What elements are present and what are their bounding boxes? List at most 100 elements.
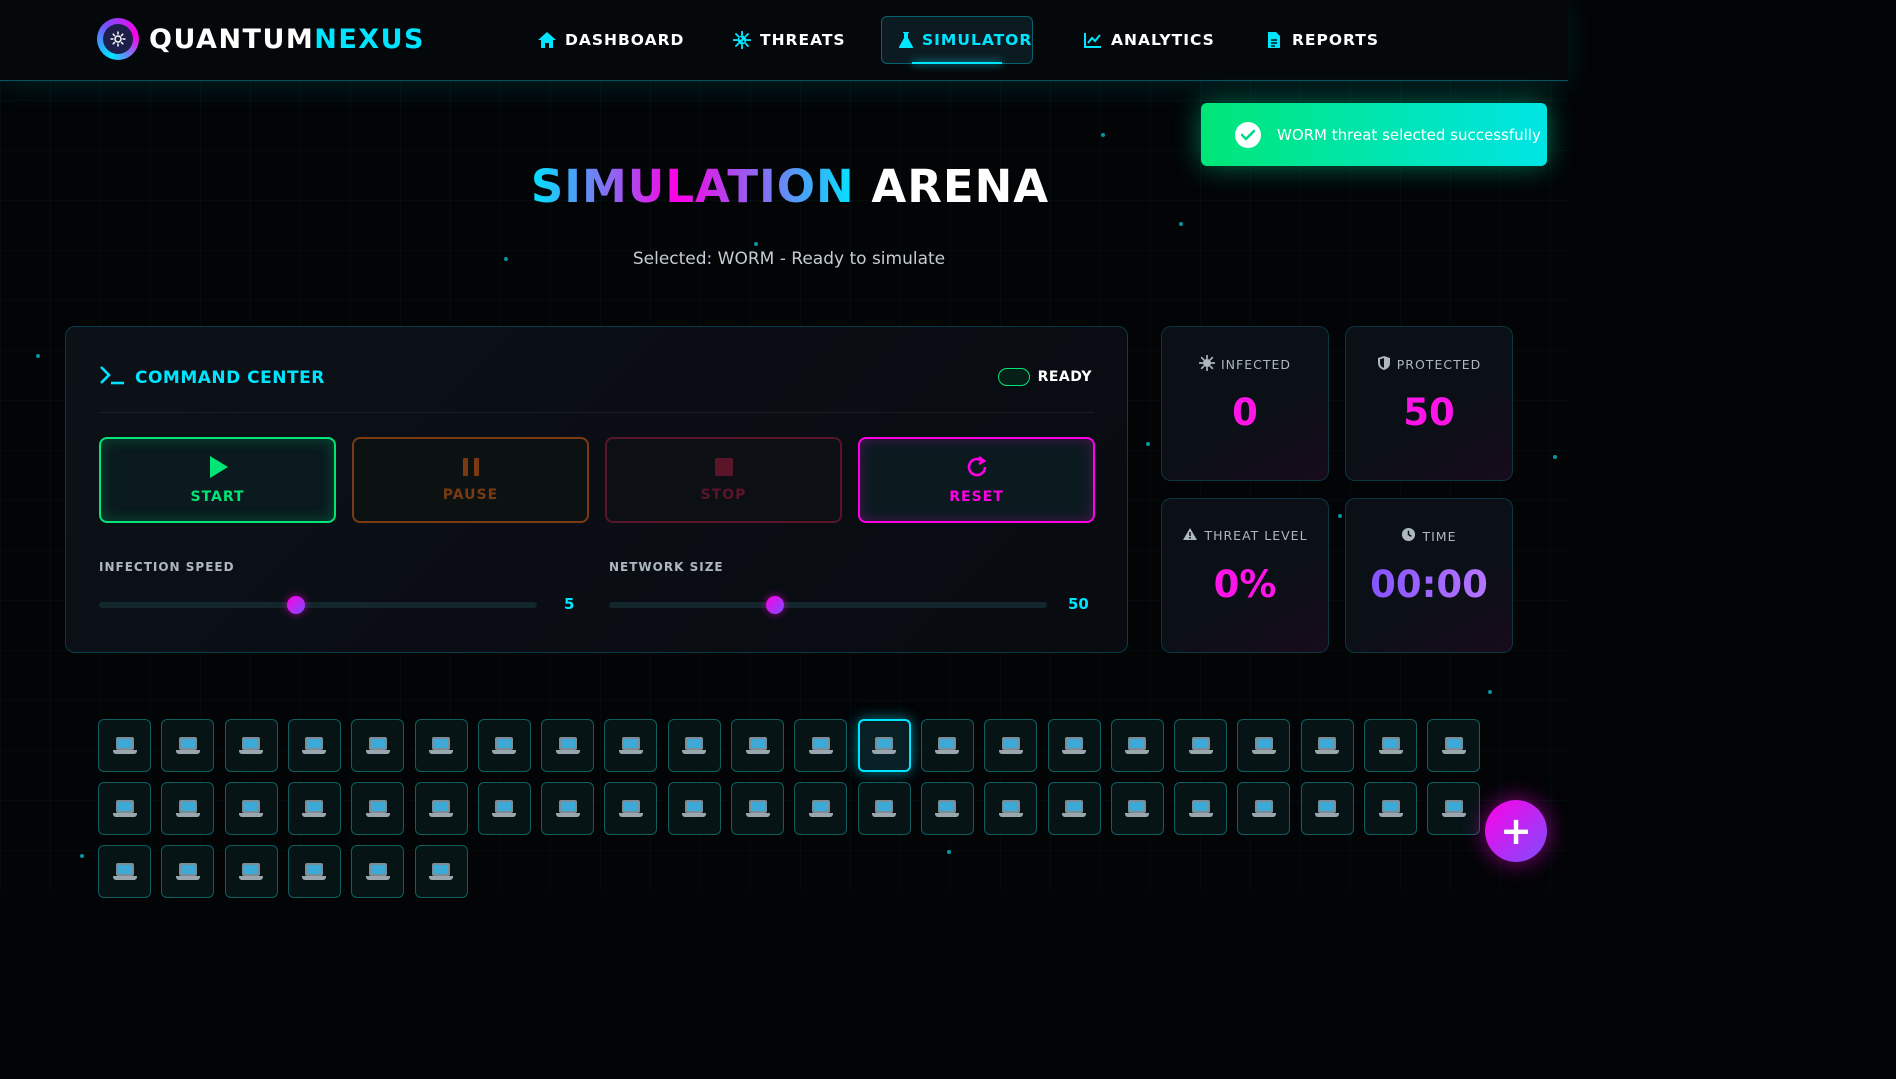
network-node[interactable]: [1174, 719, 1228, 772]
divider: [99, 412, 1094, 413]
status-toggle[interactable]: [997, 368, 1030, 386]
particle-dot: [1553, 455, 1557, 459]
network-node[interactable]: [161, 845, 215, 898]
pause-button-label: PAUSE: [442, 487, 499, 503]
network-node[interactable]: [98, 845, 151, 898]
network-node[interactable]: [920, 782, 974, 835]
network-node[interactable]: [224, 719, 278, 772]
network-node[interactable]: [161, 719, 215, 772]
network-node[interactable]: [794, 782, 848, 835]
network-node[interactable]: [1110, 719, 1164, 772]
toast-notification[interactable]: WORM threat selected successfully: [1201, 103, 1547, 166]
network-node[interactable]: [541, 782, 595, 835]
start-button[interactable]: START: [99, 437, 336, 523]
laptop-icon: [429, 799, 453, 818]
network-node[interactable]: [731, 719, 784, 772]
infection-speed-thumb[interactable]: [287, 596, 306, 614]
laptop-icon: [872, 736, 897, 755]
network-node[interactable]: [351, 719, 405, 772]
laptop-icon: [682, 736, 707, 755]
pause-button[interactable]: PAUSE: [352, 437, 589, 523]
laptop-icon: [112, 799, 137, 818]
network-node[interactable]: [287, 719, 341, 772]
network-node[interactable]: [857, 782, 911, 835]
nav-analytics-label: ANALYTICS: [1111, 31, 1215, 49]
network-node[interactable]: [1427, 782, 1481, 835]
laptop-icon: [1188, 799, 1213, 818]
stop-icon: [714, 457, 734, 481]
virus-icon: [732, 30, 752, 50]
network-node[interactable]: [1047, 719, 1101, 772]
network-node[interactable]: [351, 845, 405, 898]
network-node[interactable]: [414, 782, 468, 835]
network-node[interactable]: [477, 719, 531, 772]
laptop-icon: [808, 799, 833, 818]
nav-reports[interactable]: REPORTS: [1264, 16, 1379, 64]
network-size-thumb[interactable]: [766, 596, 785, 614]
laptop-icon: [745, 799, 770, 818]
stop-button[interactable]: STOP: [605, 437, 842, 523]
nav-threats[interactable]: THREATS: [732, 16, 846, 64]
network-node[interactable]: [287, 845, 341, 898]
network-node[interactable]: [667, 719, 721, 772]
nav-analytics[interactable]: ANALYTICS: [1083, 16, 1215, 64]
nav-simulator[interactable]: SIMULATOR: [881, 16, 1033, 64]
network-node[interactable]: [351, 782, 405, 835]
network-node[interactable]: [794, 719, 848, 772]
laptop-icon: [745, 736, 770, 755]
network-node[interactable]: [1300, 782, 1354, 835]
network-node[interactable]: [1364, 719, 1417, 772]
network-node[interactable]: [1237, 719, 1291, 772]
reset-button-label: RESET: [949, 489, 1004, 505]
laptop-icon: [1315, 736, 1340, 755]
infected-label: INFECTED: [1220, 357, 1291, 372]
particle-dot: [1101, 133, 1105, 137]
network-node[interactable]: [477, 782, 531, 835]
network-node[interactable]: [414, 845, 468, 898]
chart-line-icon: [1083, 30, 1103, 50]
infection-speed-slider[interactable]: [99, 596, 537, 614]
network-node[interactable]: [287, 782, 341, 835]
network-node[interactable]: [984, 719, 1038, 772]
network-node[interactable]: [1174, 782, 1228, 835]
refresh-icon: [965, 455, 989, 483]
network-node[interactable]: [920, 719, 974, 772]
network-node[interactable]: [667, 782, 721, 835]
network-node[interactable]: [984, 782, 1038, 835]
network-node[interactable]: [224, 782, 278, 835]
network-node[interactable]: [1300, 719, 1354, 772]
network-node[interactable]: [98, 782, 151, 835]
page-subtitle: Selected: WORM - Ready to simulate: [632, 249, 946, 269]
network-node[interactable]: [1110, 782, 1164, 835]
laptop-icon: [175, 736, 200, 755]
network-node[interactable]: [224, 845, 278, 898]
network-node[interactable]: [604, 782, 658, 835]
network-node[interactable]: [604, 719, 658, 772]
network-size-slider[interactable]: [609, 596, 1047, 614]
network-node[interactable]: [541, 719, 595, 772]
network-node[interactable]: [857, 719, 911, 772]
laptop-icon: [935, 736, 960, 755]
protected-value: 50: [1403, 391, 1455, 434]
toast-message: WORM threat selected successfully: [1277, 125, 1541, 144]
warning-icon: [1182, 527, 1198, 544]
play-icon: [207, 455, 229, 483]
network-node[interactable]: [1427, 719, 1481, 772]
nav-dashboard[interactable]: DASHBOARD: [537, 16, 684, 64]
laptop-icon: [365, 799, 390, 818]
network-node[interactable]: [161, 782, 215, 835]
particle-dot: [1338, 514, 1342, 518]
particle-dot: [1146, 442, 1150, 446]
network-node[interactable]: [98, 719, 151, 772]
reset-button[interactable]: RESET: [858, 437, 1095, 523]
nav-threats-label: THREATS: [760, 31, 846, 49]
network-node[interactable]: [731, 782, 784, 835]
laptop-icon: [302, 862, 327, 881]
network-node[interactable]: [1237, 782, 1291, 835]
particle-dot: [1179, 222, 1183, 226]
network-node[interactable]: [1047, 782, 1101, 835]
network-node[interactable]: [414, 719, 468, 772]
network-node[interactable]: [1364, 782, 1417, 835]
laptop-icon: [555, 736, 580, 755]
add-fab-button[interactable]: +: [1485, 800, 1547, 862]
